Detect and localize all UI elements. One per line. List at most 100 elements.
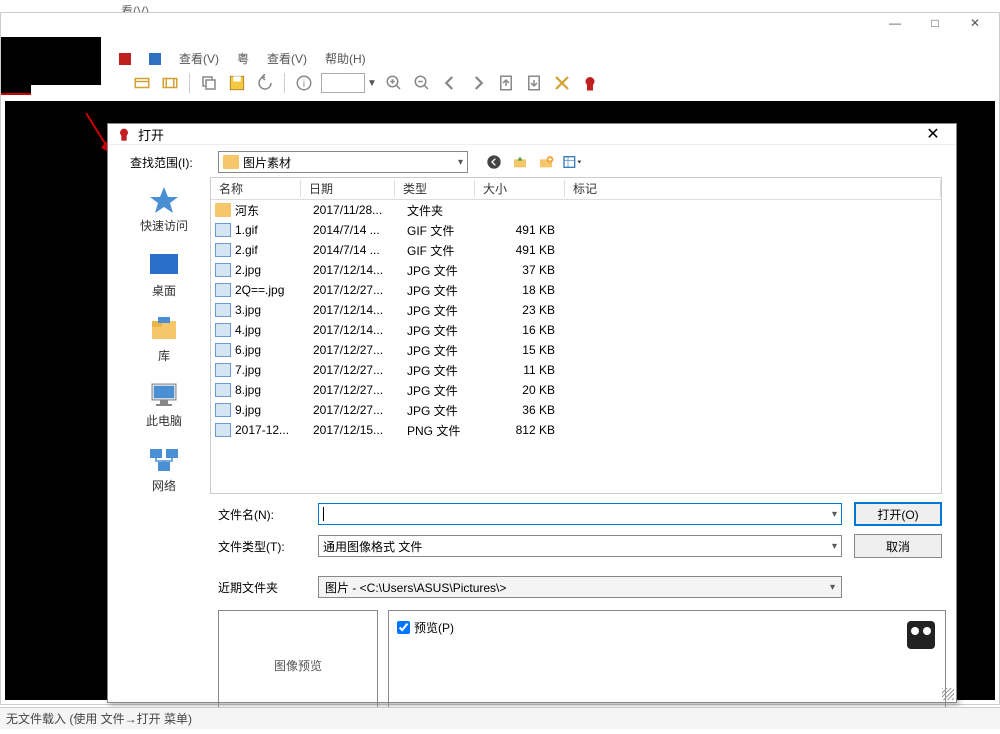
recent-combo[interactable]: 图片 - <C:\Users\ASUS\Pictures\> ▾ <box>318 576 842 598</box>
image-icon <box>215 263 231 277</box>
menu-view2[interactable]: 查看(V) <box>259 48 315 69</box>
nav-viewmenu-icon[interactable] <box>562 152 582 172</box>
open-file-dialog: 打开 ✕ 查找范围(I): 图片素材 ▾ 快速访问桌面库此电脑网络 <box>107 123 957 703</box>
redacted-area <box>1 37 101 85</box>
sidebar-item-net[interactable]: 网络 <box>124 445 204 494</box>
tool-prev-icon[interactable] <box>439 72 461 94</box>
sidebar-item-desktop[interactable]: 桌面 <box>124 250 204 299</box>
tool-pagedown-icon[interactable] <box>523 72 545 94</box>
chevron-down-icon: ▾ <box>832 509 837 520</box>
menu-thumb-icon[interactable] <box>141 48 169 69</box>
file-row[interactable]: 7.jpg2017/12/27...JPG 文件11 KB <box>211 360 941 380</box>
combo-arrow-icon: ▼ <box>367 78 377 89</box>
preview-checkbox-input[interactable] <box>397 621 410 634</box>
main-window: — □ ✕ 查看(V) 粤 查看(V) 帮助(H) i ▼ <box>0 12 1000 705</box>
file-name: 2017-12... <box>235 423 309 437</box>
file-size: 15 KB <box>483 343 573 357</box>
tool-settings-icon[interactable] <box>551 72 573 94</box>
dialog-close-button[interactable]: ✕ <box>918 124 948 144</box>
file-row[interactable]: 2.gif2014/7/14 ...GIF 文件491 KB <box>211 240 941 260</box>
chevron-down-icon: ▾ <box>830 582 835 593</box>
tool-pageup-icon[interactable] <box>495 72 517 94</box>
file-row[interactable]: 2017-12...2017/12/15...PNG 文件812 KB <box>211 420 941 440</box>
filetype-combo[interactable]: 通用图像格式 文件▾ <box>318 535 842 557</box>
file-row[interactable]: 4.jpg2017/12/14...JPG 文件16 KB <box>211 320 941 340</box>
image-icon <box>215 383 231 397</box>
sidebar-item-lib[interactable]: 库 <box>124 315 204 364</box>
tool-zoom-combo[interactable] <box>321 73 365 93</box>
tool-undo-icon[interactable] <box>254 72 276 94</box>
file-size: 36 KB <box>483 403 573 417</box>
file-row[interactable]: 1.gif2014/7/14 ...GIF 文件491 KB <box>211 220 941 240</box>
file-size: 11 KB <box>483 363 573 377</box>
resize-grip-icon[interactable] <box>942 688 954 700</box>
chevron-down-icon: ▾ <box>458 157 463 168</box>
image-icon <box>215 283 231 297</box>
svg-text:i: i <box>303 79 305 90</box>
file-type: JPG 文件 <box>403 382 483 399</box>
close-button[interactable]: ✕ <box>955 13 995 33</box>
file-name: 6.jpg <box>235 343 309 357</box>
file-date: 2017/12/14... <box>309 303 403 317</box>
tool-zoomin-icon[interactable] <box>383 72 405 94</box>
preview-options: 预览(P) <box>388 610 946 720</box>
minimize-button[interactable]: — <box>875 13 915 33</box>
col-date[interactable]: 日期 <box>301 180 395 197</box>
file-date: 2017/12/27... <box>309 363 403 377</box>
dialog-titlebar: 打开 ✕ <box>108 124 956 145</box>
sidebar-item-quick[interactable]: 快速访问 <box>124 185 204 234</box>
file-row[interactable]: 9.jpg2017/12/27...JPG 文件36 KB <box>211 400 941 420</box>
file-name: 7.jpg <box>235 363 309 377</box>
nav-up-icon[interactable] <box>510 152 530 172</box>
toolbar: i ▼ <box>131 68 601 98</box>
open-button[interactable]: 打开(O) <box>854 502 942 526</box>
sidebar-item-pc[interactable]: 此电脑 <box>124 380 204 429</box>
file-type: JPG 文件 <box>403 362 483 379</box>
tool-save-icon[interactable] <box>226 72 248 94</box>
file-row[interactable]: 8.jpg2017/12/27...JPG 文件20 KB <box>211 380 941 400</box>
menu-view[interactable]: 查看(V) <box>171 48 227 69</box>
tool-next-icon[interactable] <box>467 72 489 94</box>
file-row[interactable]: 3.jpg2017/12/14...JPG 文件23 KB <box>211 300 941 320</box>
col-size[interactable]: 大小 <box>475 180 565 197</box>
net-icon <box>148 445 180 473</box>
file-name: 河东 <box>235 202 309 219</box>
lookin-combo[interactable]: 图片素材 ▾ <box>218 151 468 173</box>
preview-checkbox[interactable]: 预览(P) <box>397 619 937 636</box>
lookin-value: 图片素材 <box>243 154 291 171</box>
file-type: JPG 文件 <box>403 402 483 419</box>
recent-value: 图片 - <C:\Users\ASUS\Pictures\> <box>325 579 506 596</box>
nav-back-icon[interactable] <box>484 152 504 172</box>
file-list-panel: 名称 日期 类型 大小 标记 河东2017/11/28...文件夹1.gif20… <box>210 177 942 494</box>
menu-app-icon[interactable] <box>111 48 139 69</box>
menu-help[interactable]: 帮助(H) <box>317 48 374 69</box>
tool-scan2-icon[interactable] <box>159 72 181 94</box>
tool-copy-icon[interactable] <box>198 72 220 94</box>
tool-scan1-icon[interactable] <box>131 72 153 94</box>
file-size: 37 KB <box>483 263 573 277</box>
file-size: 491 KB <box>483 223 573 237</box>
filename-label: 文件名(N): <box>218 506 306 523</box>
tool-irfan-icon[interactable] <box>579 72 601 94</box>
nav-newfolder-icon[interactable] <box>536 152 556 172</box>
file-date: 2017/12/27... <box>309 283 403 297</box>
col-name[interactable]: 名称 <box>211 180 301 197</box>
tool-zoomout-icon[interactable] <box>411 72 433 94</box>
file-date: 2017/12/14... <box>309 263 403 277</box>
col-tag[interactable]: 标记 <box>565 180 941 197</box>
file-row[interactable]: 2Q==.jpg2017/12/27...JPG 文件18 KB <box>211 280 941 300</box>
maximize-button[interactable]: □ <box>915 13 955 33</box>
redacted-area2 <box>1 85 31 95</box>
col-type[interactable]: 类型 <box>395 180 475 197</box>
file-list[interactable]: 河东2017/11/28...文件夹1.gif2014/7/14 ...GIF … <box>211 200 941 493</box>
tool-info-icon[interactable]: i <box>293 72 315 94</box>
file-size: 23 KB <box>483 303 573 317</box>
menu-pref-icon[interactable]: 粤 <box>229 48 257 69</box>
cancel-button[interactable]: 取消 <box>854 534 942 558</box>
file-type: JPG 文件 <box>403 282 483 299</box>
file-row[interactable]: 6.jpg2017/12/27...JPG 文件15 KB <box>211 340 941 360</box>
file-row[interactable]: 2.jpg2017/12/14...JPG 文件37 KB <box>211 260 941 280</box>
filename-input[interactable]: ▾ <box>318 503 842 525</box>
file-row[interactable]: 河东2017/11/28...文件夹 <box>211 200 941 220</box>
places-sidebar: 快速访问桌面库此电脑网络 <box>118 177 210 494</box>
